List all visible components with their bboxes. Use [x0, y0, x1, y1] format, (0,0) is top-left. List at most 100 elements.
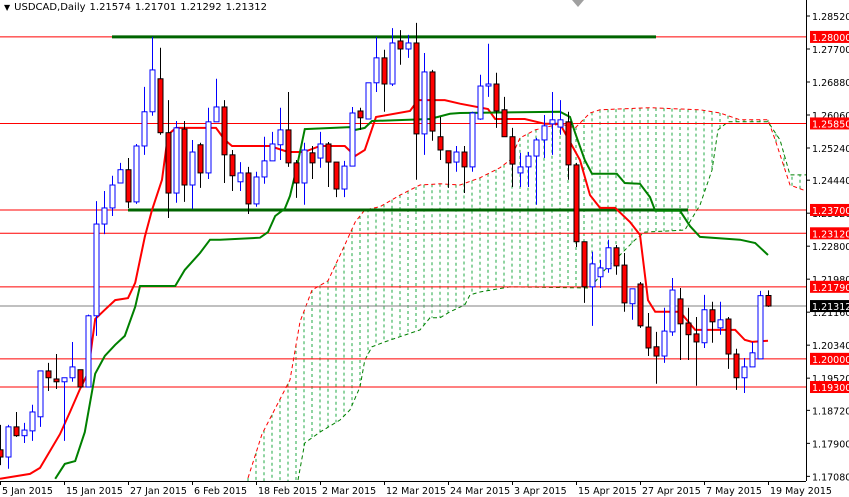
time-tick-label: 24 Mar 2015 [450, 486, 510, 497]
candle[interactable] [589, 251, 596, 326]
candle[interactable] [517, 152, 524, 188]
candle-body [301, 149, 308, 184]
candle[interactable] [101, 191, 108, 235]
chart-shift-marker-icon[interactable] [572, 0, 584, 7]
candle[interactable] [573, 162, 580, 247]
candle[interactable] [381, 49, 388, 112]
candle[interactable] [309, 145, 316, 179]
candle[interactable] [237, 162, 244, 192]
candle-body [365, 82, 372, 120]
candle[interactable] [93, 201, 100, 336]
candle[interactable] [0, 424, 4, 466]
candle[interactable] [133, 143, 140, 204]
candle[interactable] [173, 121, 180, 203]
candle[interactable] [429, 69, 436, 141]
candle[interactable] [141, 86, 148, 155]
price-tick-label: 1.18720 [812, 406, 849, 417]
candle[interactable] [653, 331, 660, 384]
candle[interactable] [733, 348, 740, 390]
candle[interactable] [525, 152, 532, 188]
candle[interactable] [117, 162, 124, 184]
candle[interactable] [333, 161, 340, 198]
candle[interactable] [29, 404, 36, 441]
candle[interactable] [621, 253, 628, 312]
candle[interactable] [5, 424, 12, 469]
level-price-label: 1.28000 [812, 33, 849, 44]
candle[interactable] [253, 171, 260, 207]
candle[interactable] [189, 139, 196, 209]
candle[interactable] [157, 47, 164, 135]
candle[interactable] [549, 92, 556, 155]
candle[interactable] [21, 422, 28, 443]
candle[interactable] [605, 239, 612, 273]
candle[interactable] [317, 131, 324, 168]
time-tick-label: 3 Apr 2015 [514, 486, 567, 497]
candle[interactable] [765, 290, 772, 307]
candle-body [237, 172, 244, 183]
candle[interactable] [693, 316, 700, 386]
candle[interactable] [413, 22, 420, 180]
candle[interactable] [581, 241, 588, 303]
candle[interactable] [293, 160, 300, 198]
candle[interactable] [709, 301, 716, 343]
candle[interactable] [397, 30, 404, 65]
candle[interactable] [197, 142, 204, 188]
candle[interactable] [565, 111, 572, 180]
candle[interactable] [453, 145, 460, 172]
candle[interactable] [229, 149, 236, 192]
candle[interactable] [749, 341, 756, 368]
candle[interactable] [277, 107, 284, 161]
candle[interactable] [613, 244, 620, 275]
candle[interactable] [597, 259, 604, 289]
candle[interactable] [221, 100, 228, 183]
candle[interactable] [77, 369, 84, 388]
candle[interactable] [341, 160, 348, 198]
candle[interactable] [461, 145, 468, 194]
candle[interactable] [349, 106, 356, 167]
candle-body [565, 121, 572, 166]
candle[interactable] [757, 290, 764, 360]
candle[interactable] [181, 121, 188, 202]
price-chart[interactable]: 1.285201.277001.268801.260601.252401.244… [0, 0, 849, 497]
candle-body [557, 119, 564, 128]
candle[interactable] [165, 100, 172, 219]
candle[interactable] [637, 281, 644, 328]
candle[interactable] [245, 166, 252, 214]
candle[interactable] [205, 107, 212, 179]
candle[interactable] [261, 136, 268, 184]
candle[interactable] [661, 307, 668, 363]
candle-body [669, 289, 676, 333]
candle[interactable] [421, 53, 428, 155]
candle[interactable] [213, 78, 220, 123]
candle[interactable] [501, 96, 508, 138]
candle[interactable] [685, 307, 692, 361]
candle[interactable] [13, 411, 20, 437]
candle-body [389, 42, 396, 85]
candle[interactable] [357, 107, 364, 130]
candle[interactable] [285, 92, 292, 167]
candle[interactable] [445, 150, 452, 188]
candle[interactable] [645, 312, 652, 357]
candle[interactable] [365, 82, 372, 120]
candle[interactable] [477, 74, 484, 120]
candle[interactable] [701, 294, 708, 348]
candle[interactable] [725, 316, 732, 369]
candle[interactable] [37, 370, 44, 427]
candle[interactable] [469, 111, 476, 172]
candle[interactable] [269, 131, 276, 162]
candle[interactable] [741, 358, 748, 394]
candle[interactable] [149, 36, 156, 116]
candle[interactable] [541, 114, 548, 159]
candle[interactable] [485, 43, 492, 97]
candle[interactable] [629, 288, 636, 320]
candle[interactable] [677, 288, 684, 361]
triangle-down-icon[interactable]: ▼ [4, 3, 10, 12]
candle[interactable] [533, 137, 540, 205]
candle[interactable] [69, 341, 76, 382]
candle[interactable] [373, 36, 380, 93]
candle[interactable] [301, 142, 308, 205]
candle[interactable] [85, 314, 92, 388]
candle[interactable] [125, 158, 132, 208]
candle[interactable] [325, 141, 332, 188]
candle[interactable] [509, 127, 516, 188]
